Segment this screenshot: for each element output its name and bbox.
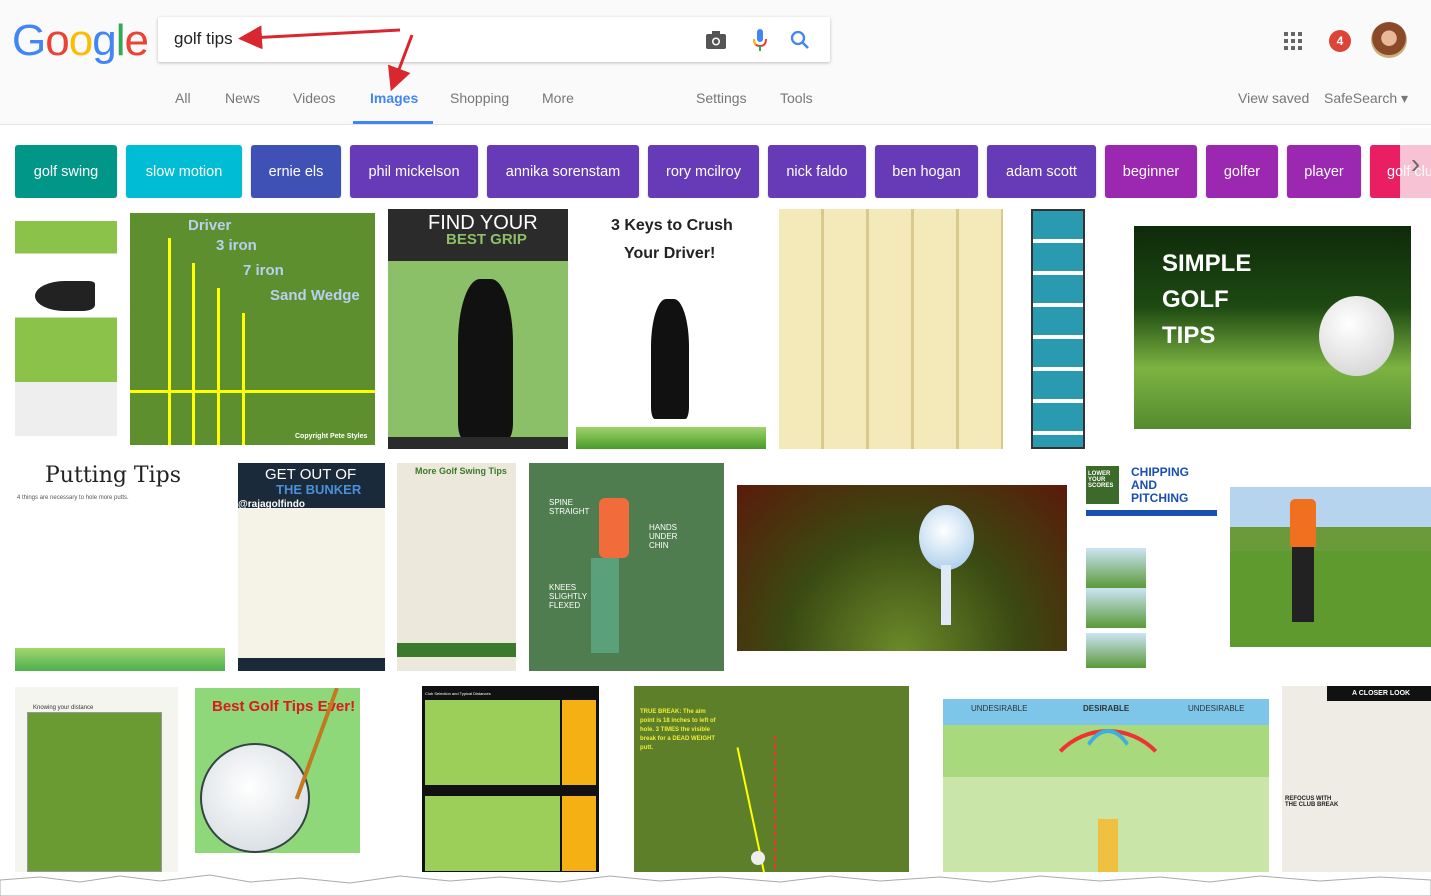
image-title: A CLOSER LOOK bbox=[1352, 690, 1411, 697]
image-title: TRUE BREAK: The aim point is 18 inches t… bbox=[640, 709, 716, 751]
chip-ernie-els[interactable]: ernie els bbox=[251, 145, 341, 198]
image-result[interactable]: Driver 3 iron 7 iron Sand Wedge Copyrigh… bbox=[130, 213, 375, 445]
image-label: HANDS UNDER CHIN bbox=[649, 523, 678, 550]
image-result[interactable]: TRUE BREAK: The aim point is 18 inches t… bbox=[634, 686, 909, 872]
torn-edge-decoration bbox=[0, 874, 1431, 896]
image-title: GET OUT OF bbox=[265, 466, 357, 483]
image-label: Sand Wedge bbox=[270, 287, 360, 304]
driver-head-graphic bbox=[35, 281, 95, 311]
tab-shopping[interactable]: Shopping bbox=[450, 90, 509, 106]
image-result[interactable] bbox=[15, 221, 117, 436]
notifications-badge[interactable]: 4 bbox=[1329, 30, 1351, 52]
chip-player[interactable]: player bbox=[1287, 145, 1361, 198]
image-result[interactable]: GET OUT OF THE BUNKER @rajagolfindo bbox=[238, 463, 385, 671]
logo-letter: g bbox=[92, 16, 117, 65]
search-box bbox=[158, 17, 830, 62]
image-result[interactable] bbox=[1230, 487, 1431, 647]
image-label: Driver bbox=[188, 217, 232, 234]
tab-more[interactable]: More bbox=[542, 90, 574, 106]
image-result[interactable] bbox=[779, 209, 1003, 449]
logo-letter: l bbox=[115, 16, 126, 65]
image-label: KNEES SLIGHTLY FLEXED bbox=[549, 583, 587, 610]
header: Google All News Videos Images Shopping M… bbox=[0, 0, 1431, 125]
image-label: 3 iron bbox=[216, 237, 257, 254]
image-result[interactable]: More Golf Swing Tips bbox=[397, 463, 516, 671]
image-title: SIMPLE GOLF TIPS bbox=[1162, 250, 1252, 349]
image-label: 7 iron bbox=[243, 262, 284, 279]
image-badge: LOWER YOUR SCORES bbox=[1088, 471, 1114, 489]
chips-next-arrow-icon[interactable]: › bbox=[1400, 128, 1431, 200]
google-logo[interactable]: Google bbox=[12, 16, 149, 66]
image-title: Knowing your distance bbox=[33, 705, 94, 711]
image-result[interactable]: FIND YOUR BEST GRIP bbox=[388, 209, 568, 449]
camera-icon[interactable] bbox=[703, 27, 729, 53]
chip-phil-mickelson[interactable]: phil mickelson bbox=[350, 145, 478, 198]
image-label: UNDESIRABLE bbox=[971, 704, 1028, 713]
image-title: 3 Keys to Crush bbox=[611, 217, 733, 234]
chip-adam-scott[interactable]: adam scott bbox=[987, 145, 1096, 198]
chip-beginner[interactable]: beginner bbox=[1105, 145, 1197, 198]
chip-rory-mcilroy[interactable]: rory mcilroy bbox=[648, 145, 759, 198]
image-result[interactable]: Club Selection and Typical Distances bbox=[422, 686, 599, 872]
tab-news[interactable]: News bbox=[225, 90, 260, 106]
chip-slow-motion[interactable]: slow motion bbox=[126, 145, 242, 198]
tools-link[interactable]: Tools bbox=[780, 90, 813, 106]
image-result[interactable]: A CLOSER LOOK REFOCUS WITH THE CLUB BREA… bbox=[1282, 686, 1431, 872]
image-title: More Golf Swing Tips bbox=[415, 466, 507, 476]
related-searches-chips: golf swing slow motion ernie els phil mi… bbox=[15, 145, 1431, 198]
chip-nick-faldo[interactable]: nick faldo bbox=[768, 145, 866, 198]
image-subtitle: Your Driver! bbox=[624, 245, 716, 262]
logo-letter: e bbox=[124, 16, 149, 65]
settings-link[interactable]: Settings bbox=[696, 90, 747, 106]
image-title: Putting Tips bbox=[45, 463, 182, 488]
image-result[interactable] bbox=[737, 485, 1067, 651]
image-body: 4 things are necessary to hole more putt… bbox=[17, 495, 129, 501]
image-label: UNDESIRABLE bbox=[1188, 704, 1245, 713]
image-result[interactable] bbox=[1031, 209, 1085, 449]
image-handle: @rajagolfindo bbox=[238, 499, 305, 510]
image-subtitle: REFOCUS WITH THE CLUB BREAK bbox=[1285, 796, 1339, 808]
image-result[interactable]: Knowing your distance bbox=[15, 687, 178, 872]
image-title: CHIPPING AND PITCHING bbox=[1131, 465, 1190, 505]
avatar[interactable] bbox=[1371, 22, 1407, 58]
image-result[interactable]: UNDESIRABLE DESIRABLE UNDESIRABLE bbox=[943, 699, 1269, 872]
tab-all[interactable]: All bbox=[175, 90, 191, 106]
chip-annika-sorenstam[interactable]: annika sorenstam bbox=[487, 145, 639, 198]
image-title: Club Selection and Typical Distances bbox=[425, 691, 491, 696]
image-subtitle: BEST GRIP bbox=[446, 231, 527, 248]
apps-grid-icon[interactable] bbox=[1284, 32, 1302, 50]
image-result[interactable]: Best Golf Tips Ever! bbox=[190, 688, 410, 872]
image-credit: Copyright Pete Styles bbox=[295, 433, 368, 440]
image-result[interactable]: LOWER YOUR SCORES CHIPPING AND PITCHING bbox=[1086, 463, 1217, 671]
search-icon[interactable] bbox=[787, 27, 813, 53]
chip-golfer[interactable]: golfer bbox=[1206, 145, 1278, 198]
image-subtitle: THE BUNKER bbox=[276, 482, 362, 497]
logo-letter: o bbox=[68, 16, 94, 65]
image-result[interactable]: SIMPLE GOLF TIPS bbox=[1134, 226, 1411, 429]
chip-ben-hogan[interactable]: ben hogan bbox=[875, 145, 978, 198]
image-result[interactable]: Putting Tips 4 things are necessary to h… bbox=[15, 463, 225, 671]
active-tab-indicator bbox=[353, 121, 433, 124]
logo-letter: o bbox=[45, 16, 70, 65]
image-result[interactable]: SPINE STRAIGHT HANDS UNDER CHIN KNEES SL… bbox=[529, 463, 724, 671]
image-result[interactable]: 3 Keys to Crush Your Driver! bbox=[576, 209, 766, 449]
microphone-icon[interactable] bbox=[747, 27, 773, 53]
view-saved-link[interactable]: View saved bbox=[1238, 90, 1309, 106]
logo-letter: G bbox=[12, 16, 46, 65]
search-input[interactable] bbox=[174, 25, 674, 53]
safesearch-dropdown[interactable]: SafeSearch ▾ bbox=[1324, 90, 1408, 107]
tab-videos[interactable]: Videos bbox=[293, 90, 336, 106]
image-label: DESIRABLE bbox=[1083, 704, 1130, 713]
tab-images[interactable]: Images bbox=[370, 90, 418, 106]
chip-golf-swing[interactable]: golf swing bbox=[15, 145, 117, 198]
